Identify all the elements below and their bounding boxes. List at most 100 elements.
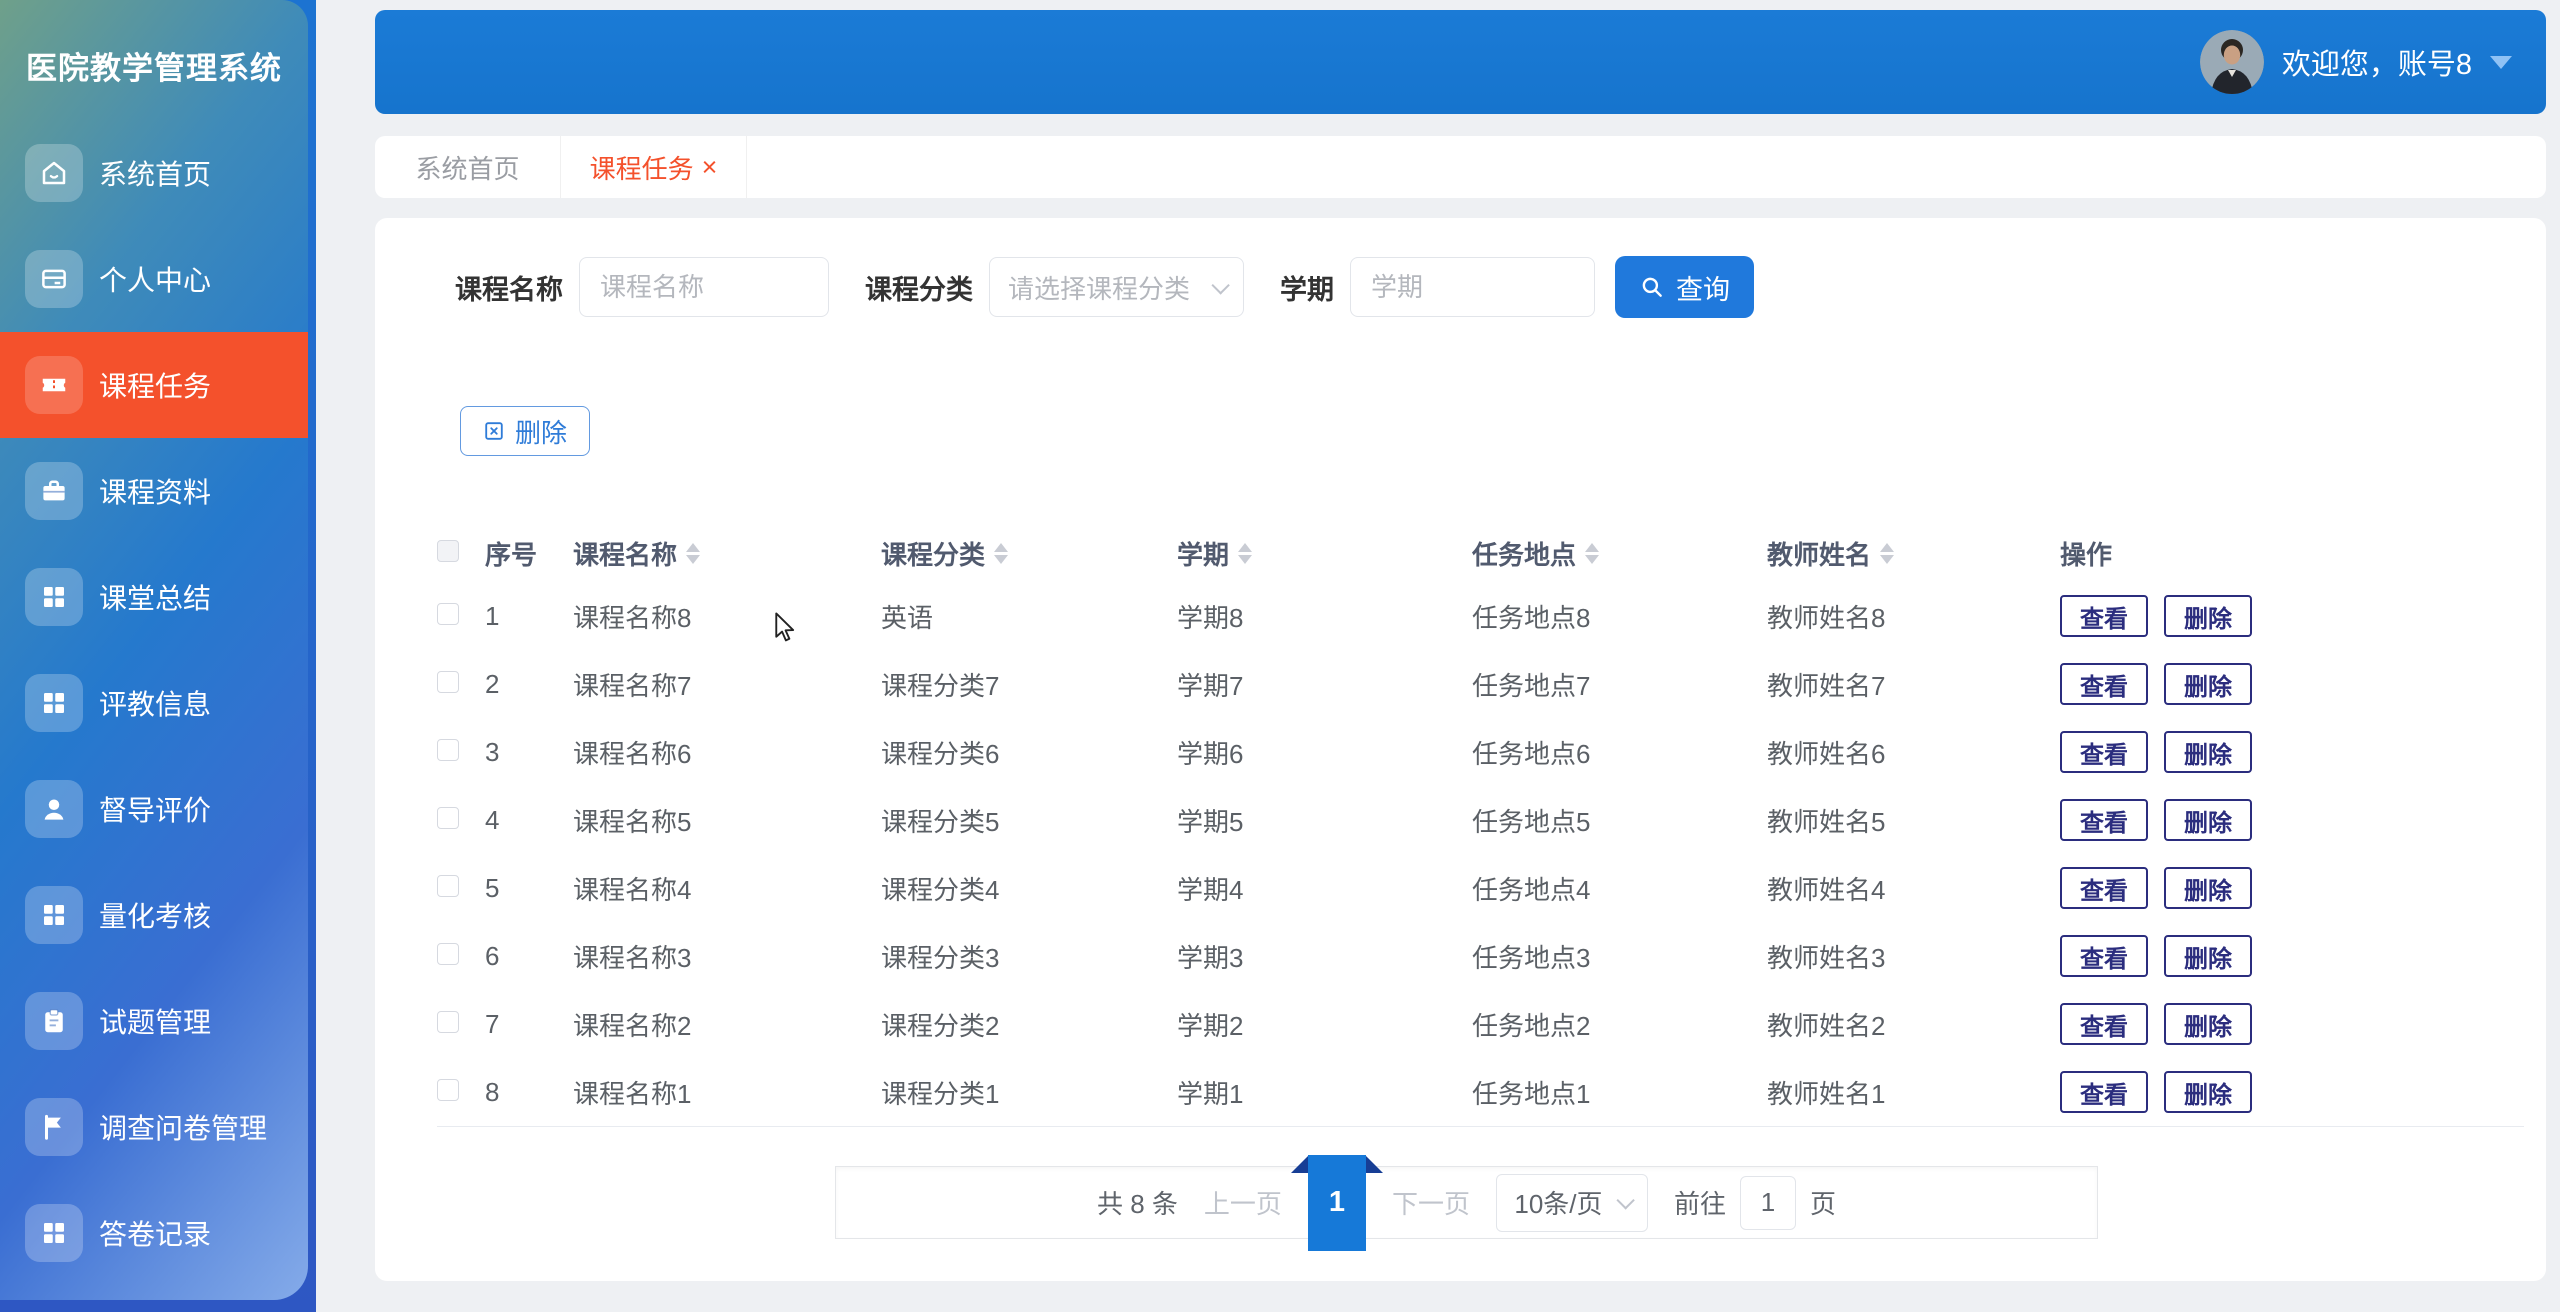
col-name: 课程名称 (573, 535, 677, 572)
term-input[interactable] (1350, 257, 1595, 317)
row-checkbox[interactable] (437, 943, 459, 965)
cell-category: 课程分类1 (881, 1074, 1177, 1111)
delete-box-icon (483, 420, 505, 442)
row-checkbox[interactable] (437, 1079, 459, 1101)
sidebar-item-supervision-review[interactable]: 督导评价 (0, 756, 308, 862)
delete-button[interactable]: 删除 (2164, 935, 2252, 977)
cell-teacher: 教师姓名4 (1767, 870, 2060, 907)
sidebar-item-teaching-evaluation[interactable]: 评教信息 (0, 650, 308, 756)
sidebar-item-course-tasks[interactable]: 课程任务 (0, 332, 308, 438)
cell-term: 学期5 (1177, 802, 1472, 839)
content-card: 课程名称 课程分类 请选择课程分类 学期 查询 删除 (375, 218, 2546, 1281)
view-button[interactable]: 查看 (2060, 663, 2148, 705)
home-icon (25, 144, 83, 202)
view-button[interactable]: 查看 (2060, 731, 2148, 773)
cell-index: 7 (485, 1009, 573, 1040)
delete-button[interactable]: 删除 (2164, 1003, 2252, 1045)
idcard-icon (25, 250, 83, 308)
user-menu[interactable]: 欢迎您，账号8 (2200, 30, 2512, 94)
delete-button[interactable]: 删除 (2164, 595, 2252, 637)
view-button[interactable]: 查看 (2060, 595, 2148, 637)
pagination-bar: 共 8 条 上一页 1 下一页 10条/页 前往 页 (835, 1166, 2098, 1239)
row-checkbox[interactable] (437, 603, 459, 625)
page-size-select[interactable]: 10条/页 (1496, 1174, 1648, 1232)
bulk-delete-button[interactable]: 删除 (460, 406, 590, 456)
cell-teacher: 教师姓名8 (1767, 598, 2060, 635)
sort-toggle[interactable] (1880, 543, 1894, 564)
cell-name: 课程名称2 (573, 1006, 881, 1043)
category-label: 课程分类 (865, 268, 973, 307)
sort-toggle[interactable] (1238, 543, 1252, 564)
sidebar-item-profile[interactable]: 个人中心 (0, 226, 308, 332)
ticket-icon (25, 356, 83, 414)
row-checkbox[interactable] (437, 1011, 459, 1033)
sidebar-item-survey-management[interactable]: 调查问卷管理 (0, 1074, 308, 1180)
cell-index: 6 (485, 941, 573, 972)
table-header-row: 序号 课程名称 课程分类 学期 任务地点 教师姓名 操作 (437, 524, 2524, 582)
cell-location: 任务地点3 (1472, 938, 1767, 975)
view-button[interactable]: 查看 (2060, 1003, 2148, 1045)
view-button[interactable]: 查看 (2060, 799, 2148, 841)
close-icon[interactable]: × (702, 154, 718, 181)
sidebar-item-course-materials[interactable]: 课程资料 (0, 438, 308, 544)
cell-name: 课程名称1 (573, 1074, 881, 1111)
cell-term: 学期8 (1177, 598, 1472, 635)
search-button[interactable]: 查询 (1615, 256, 1754, 318)
sidebar-item-label: 量化考核 (99, 895, 211, 935)
delete-button[interactable]: 删除 (2164, 663, 2252, 705)
row-checkbox[interactable] (437, 671, 459, 693)
prev-page-button[interactable]: 上一页 (1204, 1184, 1282, 1221)
sidebar-item-class-summary[interactable]: 课堂总结 (0, 544, 308, 650)
cell-category: 课程分类3 (881, 938, 1177, 975)
tab-label: 系统首页 (415, 149, 519, 186)
tab-bar: 系统首页 课程任务 × (375, 136, 2546, 198)
chevron-down-icon (2490, 56, 2512, 69)
view-button[interactable]: 查看 (2060, 867, 2148, 909)
sort-toggle[interactable] (994, 543, 1008, 564)
chevron-down-icon (1616, 1191, 1634, 1209)
current-page-indicator[interactable]: 1 (1308, 1155, 1366, 1251)
cell-teacher: 教师姓名5 (1767, 802, 2060, 839)
select-all-checkbox[interactable] (437, 540, 459, 562)
sidebar-item-exam-questions[interactable]: 试题管理 (0, 968, 308, 1074)
sidebar-item-quantitative-assessment[interactable]: 量化考核 (0, 862, 308, 968)
table-row: 2 课程名称7 课程分类7 学期7 任务地点7 教师姓名7 查看删除 (437, 650, 2524, 718)
sidebar-item-answer-records[interactable]: 答卷记录 (0, 1180, 308, 1286)
row-checkbox[interactable] (437, 875, 459, 897)
cell-category: 课程分类6 (881, 734, 1177, 771)
cell-teacher: 教师姓名1 (1767, 1074, 2060, 1111)
tab-home[interactable]: 系统首页 (375, 136, 561, 198)
cell-location: 任务地点8 (1472, 598, 1767, 635)
col-actions: 操作 (2060, 535, 2524, 572)
sort-toggle[interactable] (1585, 543, 1599, 564)
sidebar-item-label: 督导评价 (99, 789, 211, 829)
sidebar-item-label: 调查问卷管理 (99, 1107, 267, 1147)
goto-page-input[interactable] (1740, 1176, 1796, 1230)
view-button[interactable]: 查看 (2060, 935, 2148, 977)
delete-button[interactable]: 删除 (2164, 799, 2252, 841)
flag-icon (25, 1098, 83, 1156)
next-page-button[interactable]: 下一页 (1392, 1184, 1470, 1221)
view-button[interactable]: 查看 (2060, 1071, 2148, 1113)
sidebar-item-home[interactable]: 系统首页 (0, 120, 308, 226)
cell-location: 任务地点6 (1472, 734, 1767, 771)
row-checkbox[interactable] (437, 807, 459, 829)
row-checkbox[interactable] (437, 739, 459, 761)
cell-index: 1 (485, 601, 573, 632)
cell-index: 8 (485, 1077, 573, 1108)
category-select[interactable]: 请选择课程分类 (989, 257, 1244, 317)
sidebar-item-label: 个人中心 (99, 259, 211, 299)
avatar (2200, 30, 2264, 94)
filter-bar: 课程名称 课程分类 请选择课程分类 学期 查询 (455, 256, 1754, 318)
sidebar-item-label: 评教信息 (99, 683, 211, 723)
tab-course-tasks[interactable]: 课程任务 × (561, 136, 747, 198)
delete-button[interactable]: 删除 (2164, 731, 2252, 773)
delete-button[interactable]: 删除 (2164, 1071, 2252, 1113)
table-row: 7 课程名称2 课程分类2 学期2 任务地点2 教师姓名2 查看删除 (437, 990, 2524, 1058)
sort-toggle[interactable] (686, 543, 700, 564)
cell-teacher: 教师姓名6 (1767, 734, 2060, 771)
course-name-input[interactable] (579, 257, 829, 317)
cell-term: 学期3 (1177, 938, 1472, 975)
delete-button[interactable]: 删除 (2164, 867, 2252, 909)
cell-term: 学期6 (1177, 734, 1472, 771)
